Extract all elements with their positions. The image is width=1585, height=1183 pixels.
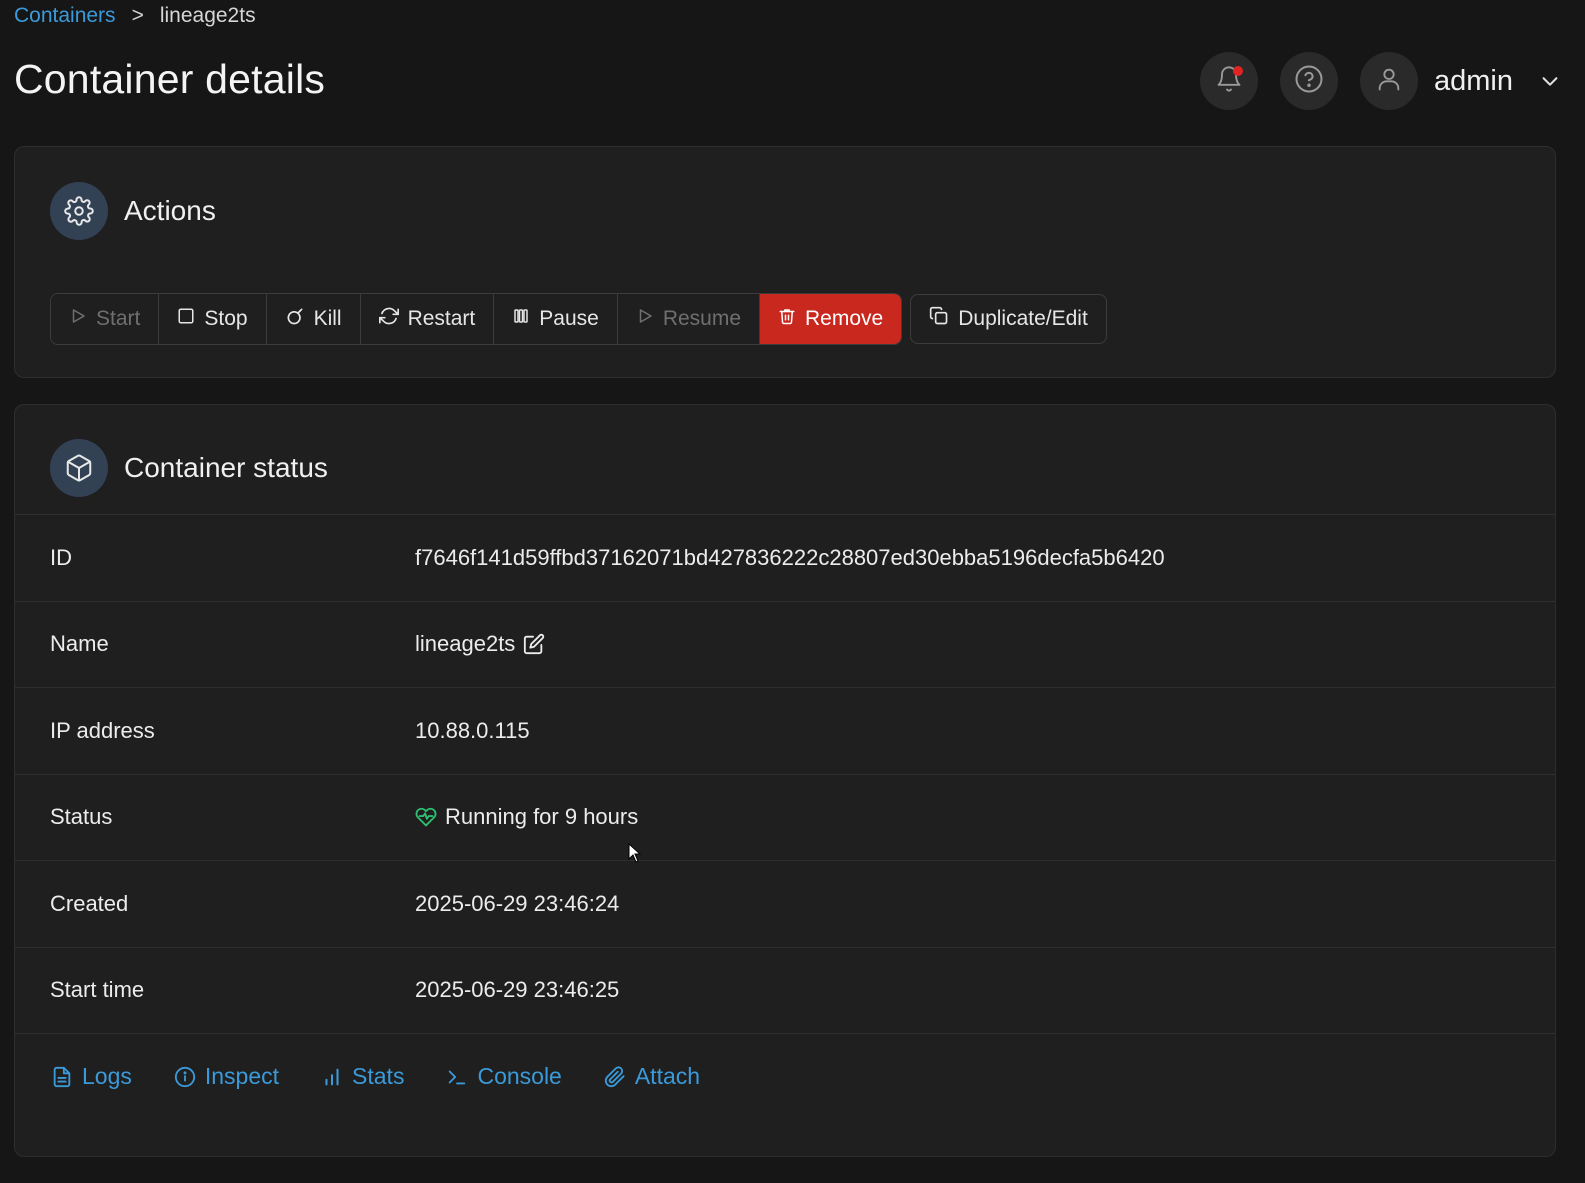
status-card-header: Container status — [15, 439, 1555, 497]
user-avatar[interactable] — [1360, 52, 1418, 110]
actions-card-header: Actions — [15, 182, 1555, 240]
bar-chart-icon — [321, 1066, 343, 1088]
user-name[interactable]: admin — [1434, 65, 1513, 98]
actions-card: Actions Start Stop Kill Restart Pause Re… — [14, 146, 1556, 378]
notification-badge — [1233, 66, 1243, 76]
row-label: IP address — [50, 717, 155, 743]
ip-address-value: 10.88.0.115 — [415, 717, 530, 743]
chevron-down-icon[interactable] — [1539, 70, 1561, 92]
table-row-name: Name lineage2ts — [15, 602, 1555, 688]
inspect-link[interactable]: Inspect — [174, 1063, 279, 1090]
duplicate-edit-button[interactable]: Duplicate/Edit — [910, 294, 1107, 344]
resume-label: Resume — [662, 307, 742, 330]
table-row-status: Status Running for 9 hours — [15, 775, 1555, 861]
status-table: ID f7646f141d59ffbd37162071bd427836222c2… — [15, 514, 1555, 1034]
table-row-created: Created 2025-06-29 23:46:24 — [15, 861, 1555, 948]
mouse-cursor-icon — [628, 842, 642, 868]
attach-link[interactable]: Attach — [604, 1063, 700, 1090]
cube-icon — [50, 439, 108, 497]
logs-label: Logs — [82, 1063, 132, 1089]
actions-title: Actions — [124, 195, 216, 226]
start-label: Start — [96, 307, 141, 330]
gear-icon — [50, 182, 108, 240]
page-title: Container details — [14, 56, 326, 102]
attach-label: Attach — [634, 1063, 701, 1089]
container-status-card: Container status ID f7646f141d59ffbd3716… — [14, 404, 1556, 1157]
inspect-label: Inspect — [204, 1063, 280, 1089]
stop-label: Stop — [204, 307, 248, 330]
refresh-icon — [378, 306, 399, 332]
resume-button[interactable]: Resume — [617, 294, 761, 344]
table-row-start-time: Start time 2025-06-29 23:46:25 — [15, 948, 1555, 1034]
duplicate-edit-label: Duplicate/Edit — [958, 307, 1088, 330]
paperclip-icon — [604, 1065, 626, 1088]
notifications-button[interactable] — [1200, 52, 1258, 110]
row-label: Status — [50, 804, 113, 830]
container-name-cell: lineage2ts — [415, 631, 545, 657]
action-buttons: Start Stop Kill Restart Pause Resume Rem… — [50, 293, 1555, 345]
created-value: 2025-06-29 23:46:24 — [415, 890, 620, 916]
breadcrumb: Containers > lineage2ts — [14, 4, 256, 28]
file-text-icon — [51, 1066, 73, 1088]
user-icon — [1375, 65, 1403, 98]
stats-link[interactable]: Stats — [321, 1063, 404, 1090]
play-icon — [69, 307, 87, 331]
container-name-value: lineage2ts — [415, 631, 516, 657]
bomb-icon — [285, 306, 305, 332]
restart-button[interactable]: Restart — [360, 294, 495, 344]
stats-label: Stats — [352, 1063, 405, 1089]
edit-icon[interactable] — [523, 633, 545, 655]
remove-label: Remove — [805, 307, 884, 330]
table-row-id: ID f7646f141d59ffbd37162071bd427836222c2… — [15, 515, 1555, 602]
row-label: ID — [50, 544, 72, 570]
status-cell: Running for 9 hours — [415, 804, 638, 830]
kill-button[interactable]: Kill — [266, 294, 361, 344]
logs-link[interactable]: Logs — [51, 1063, 132, 1090]
start-button[interactable]: Start — [51, 294, 160, 344]
row-label: Start time — [50, 977, 145, 1003]
action-button-group: Start Stop Kill Restart Pause Resume Rem… — [50, 293, 903, 345]
help-icon — [1294, 64, 1324, 99]
console-link[interactable]: Console — [446, 1063, 562, 1090]
info-icon — [174, 1066, 196, 1088]
stop-button[interactable]: Stop — [159, 294, 267, 344]
trash-icon — [778, 307, 796, 331]
copy-icon — [929, 306, 949, 332]
pause-label: Pause — [539, 307, 599, 330]
pause-icon — [512, 307, 530, 331]
square-icon — [177, 307, 195, 331]
kill-label: Kill — [313, 307, 342, 330]
breadcrumb-current: lineage2ts — [159, 4, 256, 27]
breadcrumb-containers-link[interactable]: Containers — [14, 4, 116, 28]
container-status-title: Container status — [124, 452, 328, 483]
breadcrumb-separator: > — [131, 4, 144, 27]
play-icon — [636, 307, 654, 331]
terminal-icon — [446, 1066, 468, 1088]
header-toolbar: admin — [1178, 52, 1561, 110]
container-links: Logs Inspect Stats Console Attach — [15, 1063, 1555, 1090]
help-button[interactable] — [1280, 52, 1338, 110]
restart-label: Restart — [407, 307, 476, 330]
pause-button[interactable]: Pause — [494, 294, 618, 344]
console-label: Console — [477, 1063, 562, 1089]
container-id-value: f7646f141d59ffbd37162071bd427836222c2880… — [415, 544, 1165, 570]
table-row-ip: IP address 10.88.0.115 — [15, 688, 1555, 775]
heartbeat-icon — [415, 806, 437, 828]
start-time-value: 2025-06-29 23:46:25 — [415, 977, 620, 1003]
remove-button[interactable]: Remove — [760, 294, 902, 344]
status-value: Running for 9 hours — [445, 804, 639, 830]
row-label: Created — [50, 890, 129, 916]
row-label: Name — [50, 631, 109, 657]
